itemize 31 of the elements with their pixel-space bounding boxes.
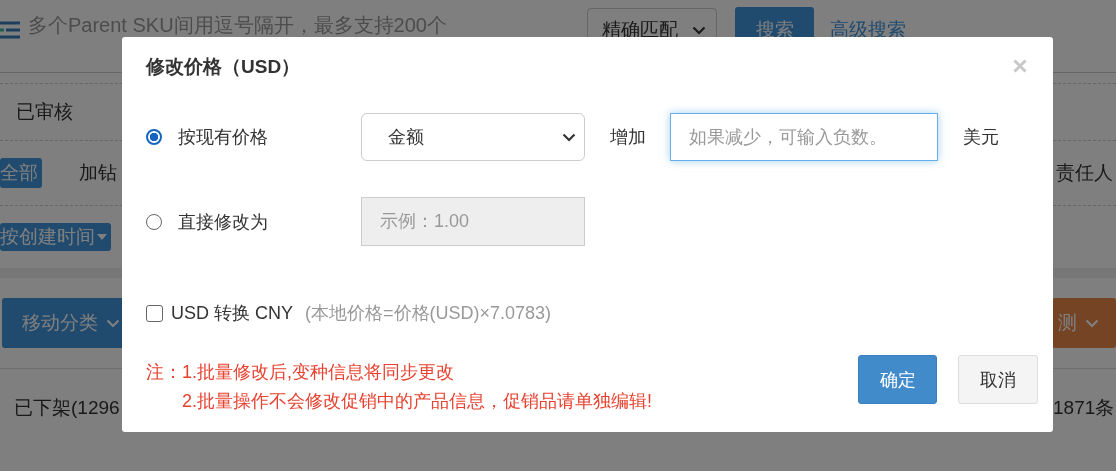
filter-tag[interactable]: 全部: [0, 158, 42, 188]
operation-label: 增加: [610, 126, 646, 149]
checkbox[interactable]: [146, 304, 163, 322]
chevron-down-icon: [1085, 318, 1099, 328]
cancel-button[interactable]: 取消: [958, 355, 1038, 404]
list-icon: [0, 21, 20, 39]
unit-label: 美元: [963, 126, 999, 149]
filter-tag[interactable]: 加钻: [79, 158, 121, 188]
column-label: 责任人: [1056, 161, 1114, 185]
option-label: 直接修改为: [178, 210, 268, 234]
close-icon: [1013, 59, 1027, 73]
confirm-button[interactable]: 确定: [858, 355, 937, 404]
amount-select[interactable]: 金额: [361, 113, 585, 161]
note-line: 1.批量修改后,变种信息将同步更改: [182, 362, 455, 383]
caret-icon: [97, 234, 107, 240]
chevron-down-icon: [692, 25, 706, 35]
chevron-down-icon: [106, 318, 120, 328]
note-prefix: 注：: [146, 362, 182, 384]
radio-button[interactable]: [146, 129, 162, 145]
status-label: 已审核: [16, 100, 73, 124]
option-label: 按现有价格: [178, 126, 268, 149]
convert-label: USD 转换 CNY: [171, 302, 293, 325]
price-input[interactable]: 如果减少，可输入负数。: [670, 113, 938, 161]
status-tab[interactable]: 已下架(1296: [14, 395, 120, 421]
dialog-title: 修改价格（USD）: [146, 55, 301, 79]
sort-button[interactable]: 按创建时间: [0, 223, 111, 251]
formula-hint: (本地价格=价格(USD)×7.0783): [305, 302, 552, 325]
note-line: 2.批量操作不会修改促销中的产品信息，促销品请单独编辑!: [182, 391, 652, 412]
detect-button[interactable]: 测: [1052, 298, 1116, 348]
chevron-down-icon: [562, 132, 576, 142]
total-count: 1871条: [1053, 396, 1116, 420]
